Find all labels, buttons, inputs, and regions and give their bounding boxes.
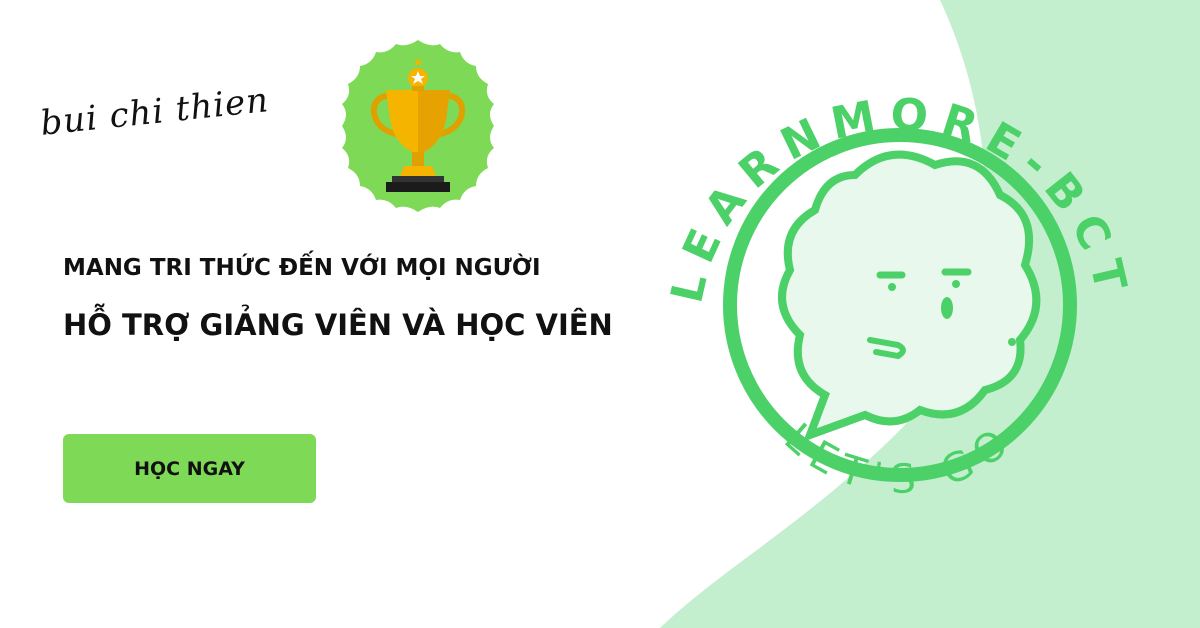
speech-bubble-icon xyxy=(778,150,1041,442)
trophy-badge xyxy=(342,40,494,212)
tagline-support: HỖ TRỢ GIẢNG VIÊN VÀ HỌC VIÊN xyxy=(63,308,613,342)
learnmore-logo: LEARNMORE-BCT LET'S GO xyxy=(662,89,1127,504)
learn-now-button[interactable]: HỌC NGAY xyxy=(63,434,316,503)
tagline-mission: MANG TRI THỨC ĐẾN VỚI MỌI NGƯỜI xyxy=(63,255,541,281)
logo-arc-bottom-text: LET'S GO xyxy=(775,415,1024,504)
